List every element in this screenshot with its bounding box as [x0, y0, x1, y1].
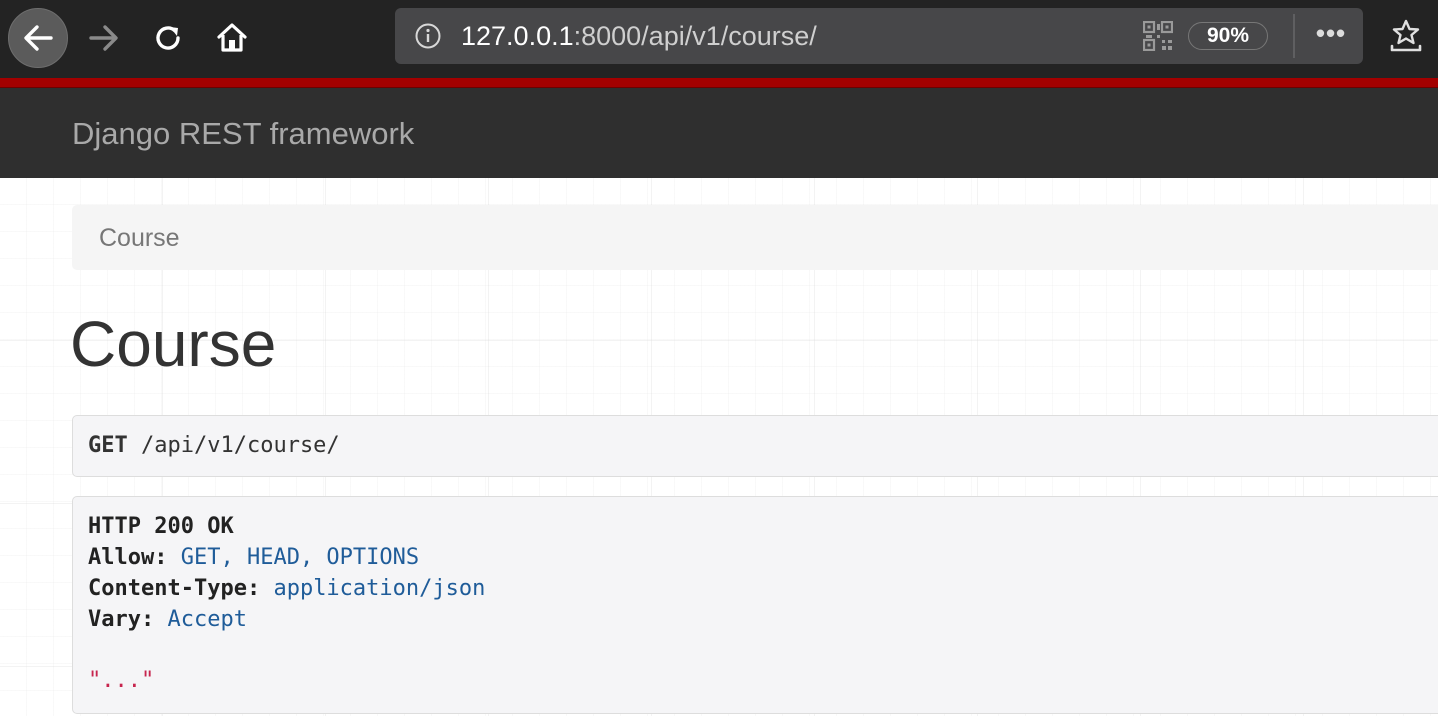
- browser-toolbar: 127.0.0.1:8000/api/v1/course/ 90% •••: [0, 0, 1438, 78]
- breadcrumb-item-course: Course: [99, 224, 180, 252]
- main-content: Course Course GET /api/v1/course/ HTTP 2…: [0, 178, 1438, 716]
- url-path: :8000/api/v1/course/: [573, 21, 817, 51]
- url-bar[interactable]: 127.0.0.1:8000/api/v1/course/ 90% •••: [395, 8, 1363, 64]
- header-key: Vary: [88, 607, 141, 632]
- header-key: Content-Type: [88, 576, 247, 601]
- header-value: GET, HEAD, OPTIONS: [180, 545, 420, 570]
- url-host: 127.0.0.1: [461, 21, 574, 51]
- header-value: application/json: [273, 576, 486, 601]
- response-status: HTTP 200 OK: [88, 514, 234, 539]
- pocket-icon[interactable]: [1388, 18, 1424, 54]
- back-button[interactable]: [8, 8, 68, 68]
- home-button[interactable]: [202, 8, 262, 68]
- url-text[interactable]: 127.0.0.1:8000/api/v1/course/: [461, 21, 817, 51]
- navbar-accent-strip: [0, 78, 1438, 88]
- more-icon[interactable]: •••: [1313, 20, 1349, 50]
- request-method: GET: [88, 433, 128, 458]
- response-header-allow: Allow: GET, HEAD, OPTIONS: [88, 545, 420, 570]
- brand-link[interactable]: Django REST framework: [72, 116, 414, 152]
- request-info: GET /api/v1/course/: [72, 415, 1438, 477]
- request-line: GET /api/v1/course/: [88, 432, 340, 460]
- response-header-content-type: Content-Type: application/json: [88, 576, 486, 601]
- home-icon: [217, 23, 247, 52]
- reload-icon: [156, 26, 180, 50]
- arrow-right-icon: [89, 25, 118, 51]
- zoom-level-badge[interactable]: 90%: [1188, 22, 1268, 50]
- header-value: Accept: [167, 607, 247, 632]
- header-key: Allow: [88, 545, 155, 570]
- response-body: "...": [88, 668, 155, 693]
- reload-button[interactable]: [138, 8, 198, 68]
- page-title: Course: [70, 308, 277, 380]
- arrow-left-icon: [24, 25, 53, 51]
- info-icon[interactable]: [415, 23, 441, 49]
- drf-navbar: Django REST framework: [0, 88, 1438, 178]
- response-header-vary: Vary: Accept: [88, 607, 247, 632]
- forward-button[interactable]: [74, 8, 134, 68]
- response-info: HTTP 200 OK Allow: GET, HEAD, OPTIONS Co…: [72, 496, 1438, 714]
- url-bar-divider: [1293, 14, 1295, 58]
- breadcrumb: Course: [72, 205, 1438, 270]
- request-path: /api/v1/course/: [141, 433, 340, 458]
- qr-code-icon[interactable]: [1143, 21, 1173, 51]
